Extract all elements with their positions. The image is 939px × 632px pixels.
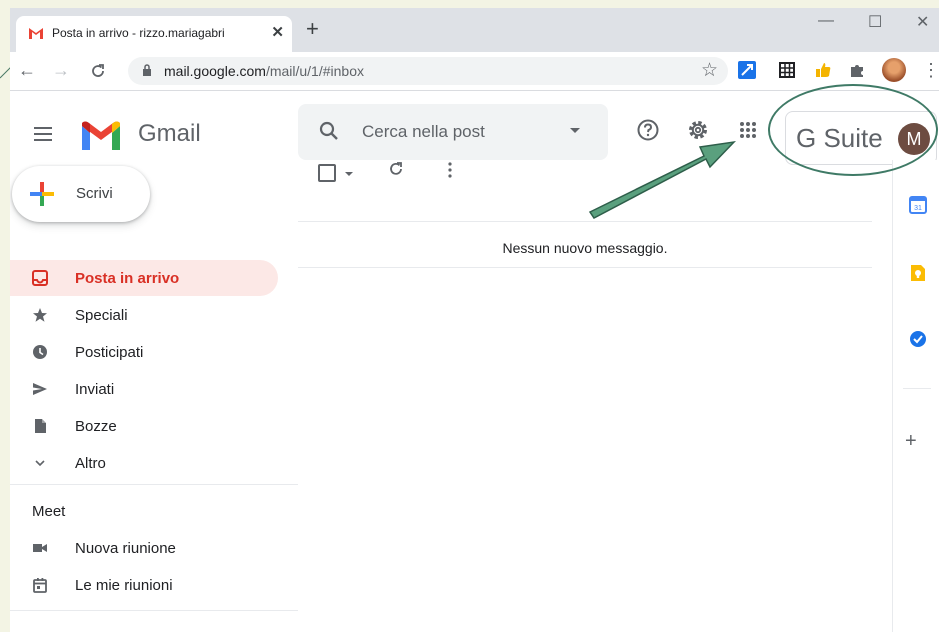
- select-all-checkbox[interactable]: [318, 164, 336, 182]
- empty-inbox-message: Nessun nuovo messaggio.: [502, 240, 668, 256]
- search-options-icon[interactable]: [570, 128, 580, 133]
- gmail-favicon-icon: [29, 28, 43, 39]
- sidebar-item-label: Altro: [75, 455, 106, 472]
- reload-icon[interactable]: [90, 63, 106, 79]
- new-tab-button[interactable]: +: [306, 18, 319, 40]
- sidebar-item-snoozed[interactable]: Posticipati: [10, 334, 278, 370]
- back-arrow-icon[interactable]: ←: [18, 60, 36, 81]
- close-window-button[interactable]: ✕: [916, 12, 929, 32]
- sidebar-item-label: Nuova riunione: [75, 540, 176, 557]
- more-options-icon[interactable]: [440, 160, 460, 180]
- browser-toolbar: ← → mail.google.com/mail/u/1/#inbox ☆ ⋮: [10, 52, 939, 91]
- clock-icon: [33, 345, 47, 359]
- tab-close-icon[interactable]: ✕: [271, 23, 284, 41]
- gsuite-highlight-ellipse: [768, 84, 938, 176]
- star-icon: [33, 308, 47, 322]
- tasks-app-icon[interactable]: [909, 330, 927, 348]
- puzzle-extension-icon[interactable]: [848, 61, 866, 79]
- calendar-icon: [33, 578, 47, 593]
- sidebar-item-my-meetings[interactable]: Le mie riunioni: [10, 567, 278, 603]
- tab-strip: Posta in arrivo - rizzo.mariagabri ✕ + —…: [10, 8, 939, 52]
- toolbar-divider: [298, 221, 872, 222]
- sidebar-item-label: Posta in arrivo: [75, 270, 180, 287]
- inbox-icon: [32, 270, 48, 286]
- select-options-icon[interactable]: [345, 172, 353, 176]
- meet-section-title: Meet: [32, 503, 66, 520]
- tab-title: Posta in arrivo - rizzo.mariagabri: [52, 26, 225, 40]
- search-input[interactable]: Cerca nella post: [362, 122, 485, 142]
- compose-label: Scrivi: [76, 185, 113, 202]
- grid-extension-icon[interactable]: [778, 61, 796, 79]
- sidebar-item-more[interactable]: Altro: [10, 445, 278, 481]
- address-bar[interactable]: mail.google.com/mail/u/1/#inbox ☆: [128, 57, 728, 85]
- link-extension-icon[interactable]: [738, 61, 756, 79]
- chevron-down-icon: [35, 460, 45, 467]
- thumbs-up-extension-icon[interactable]: [814, 61, 832, 79]
- gmail-logo-icon[interactable]: [80, 120, 122, 152]
- url-path: /mail/u/1/#inbox: [265, 63, 364, 79]
- main-menu-icon[interactable]: [34, 127, 52, 145]
- browser-menu-icon[interactable]: ⋮: [922, 60, 939, 81]
- pointer-arrow: [588, 140, 736, 219]
- refresh-icon[interactable]: [386, 159, 406, 179]
- lock-icon: [143, 64, 151, 76]
- draft-icon: [35, 419, 46, 433]
- sidebar-item-sent[interactable]: Inviati: [10, 371, 278, 407]
- sidebar-item-inbox[interactable]: Posta in arrivo: [10, 260, 278, 296]
- sidebar-item-label: Le mie riunioni: [75, 577, 173, 594]
- search-bar[interactable]: Cerca nella post: [298, 104, 608, 160]
- calendar-app-icon[interactable]: 31: [909, 196, 927, 214]
- sidebar-divider: [10, 610, 298, 611]
- minimize-button[interactable]: —: [818, 12, 834, 30]
- keep-app-icon[interactable]: [909, 264, 927, 282]
- sidebar-item-drafts[interactable]: Bozze: [10, 408, 278, 444]
- compose-button[interactable]: Scrivi: [12, 166, 150, 222]
- search-icon[interactable]: [318, 120, 340, 142]
- sidebar-divider: [10, 484, 298, 485]
- sidebar-item-label: Speciali: [75, 307, 128, 324]
- sidebar-item-new-meeting[interactable]: Nuova riunione: [10, 530, 278, 566]
- url-host: mail.google.com: [164, 63, 266, 79]
- url-text: mail.google.com/mail/u/1/#inbox: [164, 63, 364, 79]
- browser-profile-avatar[interactable]: [882, 58, 906, 82]
- maximize-button[interactable]: ☐: [868, 12, 882, 32]
- gmail-brand: Gmail: [138, 120, 201, 147]
- message-list-divider: [298, 267, 872, 268]
- sidebar-item-label: Posticipati: [75, 344, 144, 361]
- sidebar-item-label: Bozze: [75, 418, 117, 435]
- browser-tab[interactable]: Posta in arrivo - rizzo.mariagabri ✕: [16, 16, 292, 52]
- side-panel-divider: [903, 388, 931, 389]
- video-icon: [33, 544, 47, 552]
- sidebar-item-label: Inviati: [75, 381, 115, 398]
- star-icon[interactable]: ☆: [701, 59, 718, 82]
- sidebar-item-starred[interactable]: Speciali: [10, 297, 278, 333]
- compose-plus-icon: [30, 182, 54, 206]
- add-app-button[interactable]: +: [905, 430, 917, 453]
- side-panel: 31 +: [892, 160, 939, 632]
- svg-text:31: 31: [914, 205, 922, 212]
- forward-arrow-icon[interactable]: →: [52, 60, 70, 81]
- apps-grid-icon[interactable]: [736, 118, 760, 142]
- send-icon: [33, 383, 47, 395]
